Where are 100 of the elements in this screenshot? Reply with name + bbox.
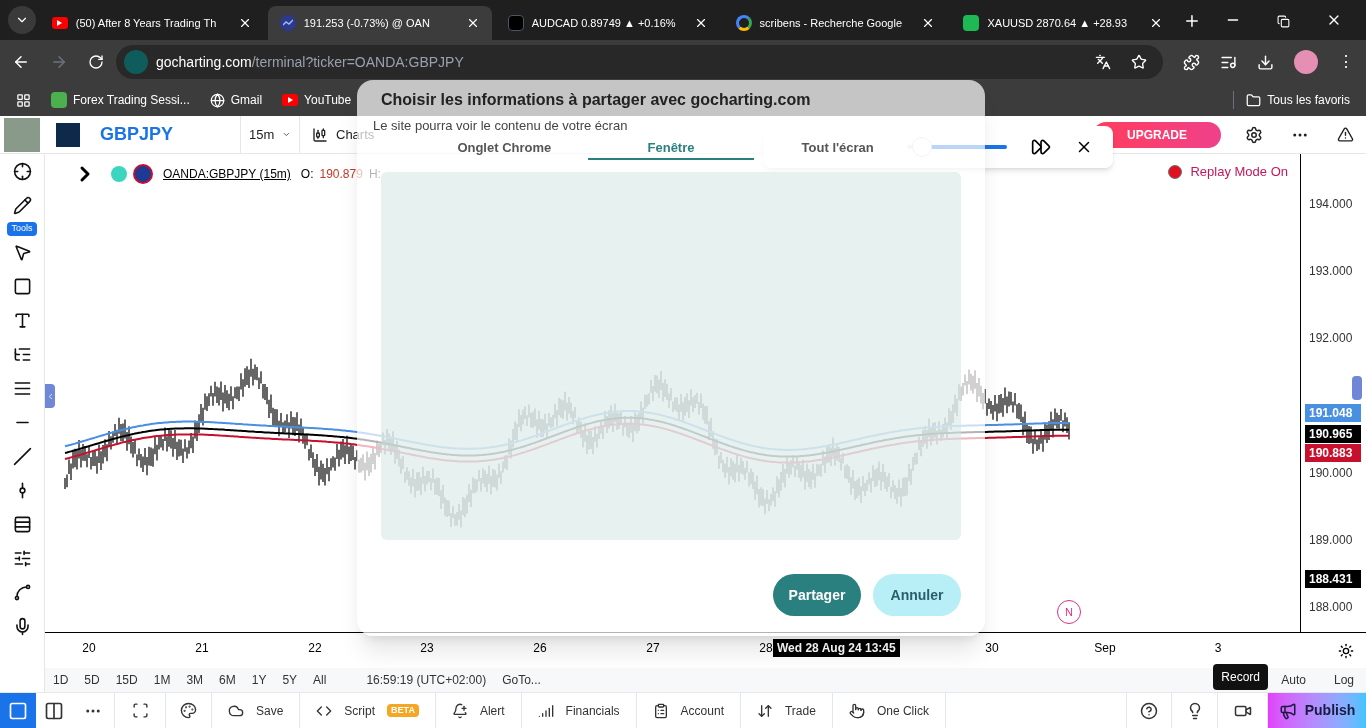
warning-icon[interactable]	[1337, 126, 1354, 143]
hand-icon	[848, 702, 865, 719]
toolbar-action[interactable]: Financials	[521, 693, 637, 728]
price-marker: 191.048	[1305, 404, 1361, 422]
bookmark-item[interactable]: Forex Trading Sessi...	[51, 91, 190, 109]
cancel-button[interactable]: Annuler	[873, 574, 961, 616]
browser-tab[interactable]: (50) After 8 Years Trading Th	[39, 6, 264, 40]
help-button[interactable]	[1126, 693, 1172, 728]
beta-badge: BETA	[387, 703, 419, 718]
goto-button[interactable]: GoTo...	[502, 671, 541, 689]
browser-tab[interactable]: 191.253 (-0.73%) @ OAN	[267, 6, 492, 40]
fullscreen-icon	[131, 702, 149, 719]
grid-icon[interactable]	[12, 514, 32, 534]
time-tick: 23	[420, 640, 434, 657]
replay-status: Replay Mode On	[1190, 163, 1288, 181]
scale-log-button[interactable]: Log	[1333, 671, 1354, 689]
fast-forward-icon[interactable]	[1031, 137, 1051, 157]
symbol-title[interactable]: GBPJPY	[100, 121, 240, 148]
range-button[interactable]: 15D	[115, 671, 138, 689]
bell-icon	[451, 702, 468, 719]
crosshair-time-label: Wed 28 Aug 24 13:45	[773, 639, 900, 657]
apps-icon[interactable]	[16, 92, 31, 108]
time-tick: 27	[646, 640, 660, 657]
publish-button[interactable]: Publish	[1268, 693, 1366, 728]
extensions-icon[interactable]	[1183, 53, 1200, 71]
profile-avatar[interactable]	[1294, 50, 1318, 74]
browser-tab[interactable]: XAUUSD 2870.64 ▲ +28.93	[951, 6, 1176, 40]
toolbar-action[interactable]: Alert	[435, 693, 522, 728]
range-button[interactable]: 3M	[186, 671, 204, 689]
translate-icon[interactable]	[1095, 54, 1111, 70]
browser-tab[interactable]: scribens - Recherche Google	[723, 6, 948, 40]
range-button[interactable]: 1D	[53, 671, 69, 689]
logo-icon	[56, 122, 80, 147]
range-button[interactable]: 5D	[84, 671, 100, 689]
toolbar-action[interactable]: Save	[212, 693, 301, 728]
chart-icon	[279, 15, 296, 31]
time-tick: Sep	[1094, 640, 1116, 657]
download-icon[interactable]	[1257, 53, 1274, 71]
restore-icon[interactable]	[1277, 15, 1291, 28]
clock-text: 16:59:19 (UTC+02:00)	[366, 672, 487, 689]
tab-list-button[interactable]	[8, 6, 36, 34]
dialog-tab[interactable]: Fenêtre	[587, 139, 755, 160]
range-button[interactable]: 6M	[219, 671, 236, 689]
interval-dropdown[interactable]: 15m	[240, 116, 300, 153]
toolbar-action[interactable]: One Click	[832, 693, 946, 728]
trend-line-icon[interactable]	[12, 446, 32, 466]
toolbar-action[interactable]: Script BETA	[300, 693, 436, 728]
cursor-icon[interactable]	[12, 242, 32, 262]
dialog-tab[interactable]: Tout l'écran	[754, 139, 921, 160]
play-icon	[282, 94, 299, 106]
price-tick: 188.000	[1309, 599, 1353, 616]
back-icon[interactable]	[12, 53, 30, 71]
google-icon	[735, 15, 752, 31]
symbol-link[interactable]: OANDA:GBPJPY (15m)	[163, 165, 291, 183]
range-button[interactable]: 1Y	[251, 671, 267, 689]
range-button[interactable]: 5Y	[282, 671, 298, 689]
rectangle-icon[interactable]	[12, 276, 32, 296]
menu-dots[interactable]: ⋮	[1338, 50, 1354, 74]
scale-auto-button[interactable]: Auto	[1281, 671, 1306, 689]
crosshair-icon[interactable]	[12, 162, 32, 181]
collapse-handle[interactable]	[1352, 376, 1362, 400]
sliders-icon[interactable]	[12, 548, 32, 568]
dialog-title: Choisir les informations à partager avec gocharting.com	[381, 90, 812, 110]
candlestick-icon	[312, 126, 328, 143]
globe-icon	[209, 92, 225, 108]
arrows-icon	[756, 702, 773, 719]
address-field[interactable]: gocharting.com/terminal?ticker=OANDA:GBPJPY	[116, 45, 1163, 79]
tab-title: AUDCAD 0.89749 ▲ +0.16%	[531, 15, 677, 31]
tab-title: (50) After 8 Years Trading Th	[75, 15, 218, 31]
price-tick: 193.000	[1309, 263, 1353, 280]
collapse-handle[interactable]	[45, 384, 55, 408]
logo-icon	[963, 15, 980, 31]
text-icon[interactable]	[12, 310, 32, 330]
theme-icon[interactable]	[1338, 643, 1354, 659]
dialog-tab[interactable]: Onglet Chrome	[421, 139, 588, 160]
settings-icon[interactable]	[1245, 125, 1263, 144]
bars-icon	[537, 702, 554, 719]
time-tick: 26	[533, 640, 547, 657]
browser-tab[interactable]: AUDCAD 0.89749 ▲ +0.16%	[495, 6, 720, 40]
folder-icon	[1246, 92, 1262, 108]
share-button[interactable]: Partager	[773, 574, 861, 616]
pencil-icon[interactable]	[12, 196, 32, 215]
help-icon	[1140, 701, 1158, 720]
price-marker: 188.431	[1305, 570, 1361, 588]
range-button[interactable]: 1M	[153, 671, 171, 689]
toolbar-action[interactable]: Account	[636, 693, 741, 728]
single-layout-button[interactable]	[0, 693, 36, 728]
toolbar-action[interactable]: Trade	[740, 693, 833, 728]
all-bookmarks[interactable]: Tous les favoris	[1233, 91, 1350, 109]
price-tick: 194.000	[1309, 196, 1353, 213]
reload-icon[interactable]	[88, 54, 104, 70]
bookmark-item[interactable]: YouTube	[282, 91, 352, 109]
range-button[interactable]: All	[313, 671, 327, 689]
curve-icon[interactable]	[12, 582, 32, 602]
bookmark-item[interactable]: Gmail	[209, 91, 263, 109]
bookmark-star-icon[interactable]	[1131, 54, 1147, 70]
open-label: O:	[300, 166, 314, 183]
tooltip: Record	[1213, 664, 1268, 690]
square-icon	[8, 700, 28, 721]
time-tick: 30	[985, 640, 999, 657]
